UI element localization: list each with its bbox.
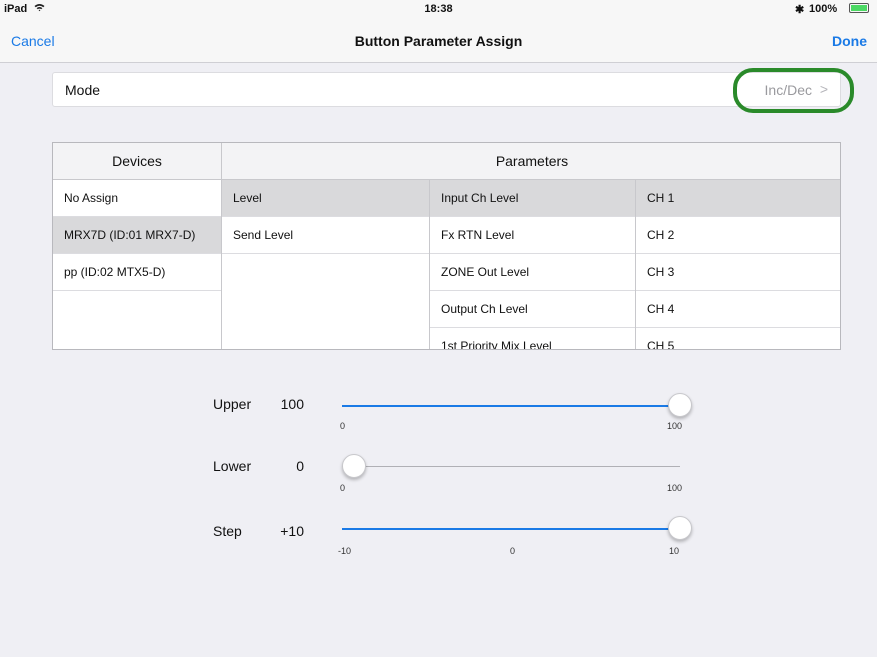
mode-label: Mode: [65, 82, 101, 98]
channel-item[interactable]: CH 5: [636, 328, 840, 349]
device-item[interactable]: No Assign: [53, 180, 221, 217]
lower-label: Lower: [213, 458, 252, 474]
slider-knob[interactable]: [668, 393, 692, 417]
column-divider: [429, 180, 430, 349]
upper-label: Upper: [213, 396, 252, 412]
mode-row[interactable]: Mode Inc/Dec >: [52, 72, 841, 107]
param-name-item[interactable]: Fx RTN Level: [430, 217, 635, 254]
channel-item[interactable]: CH 1: [636, 180, 840, 217]
step-min-label: -10: [338, 546, 352, 556]
step-max-label: 10: [669, 546, 680, 556]
step-label: Step: [213, 523, 242, 539]
page-title: Button Parameter Assign: [354, 33, 523, 49]
devices-header: Devices: [53, 143, 221, 180]
channel-item[interactable]: CH 2: [636, 217, 840, 254]
battery-percent: 100%: [809, 3, 838, 15]
step-value: +10: [280, 523, 304, 539]
channel-item[interactable]: CH 3: [636, 254, 840, 291]
slider-fill: [342, 405, 680, 407]
parameter-table: Devices Parameters No Assign MRX7D (ID:0…: [52, 142, 841, 350]
lower-value: 0: [296, 458, 304, 474]
param-name-item[interactable]: Output Ch Level: [430, 291, 635, 328]
status-time: 18:38: [424, 3, 453, 15]
param-type-column: Level Send Level: [222, 180, 429, 254]
device-item[interactable]: pp (ID:02 MTX5-D): [53, 254, 221, 291]
lower-slider[interactable]: [342, 454, 682, 480]
highlight-ring: [733, 68, 854, 113]
upper-max-label: 100: [667, 421, 683, 431]
slider-fill: [342, 528, 680, 530]
devices-column: No Assign MRX7D (ID:01 MRX7-D) pp (ID:02…: [53, 180, 221, 291]
upper-value: 100: [280, 396, 304, 412]
navigation-bar: iPad 18:38 ✱ 100% Cancel Button Paramete…: [0, 0, 877, 63]
param-name-column: Input Ch Level Fx RTN Level ZONE Out Lev…: [430, 180, 635, 349]
slider-track: [342, 466, 680, 467]
column-divider: [221, 143, 222, 349]
slider-knob[interactable]: [342, 454, 366, 478]
lower-min-label: 0: [340, 483, 346, 493]
device-item[interactable]: MRX7D (ID:01 MRX7-D): [53, 217, 221, 254]
battery-icon: [845, 3, 869, 15]
param-type-item[interactable]: Level: [222, 180, 429, 217]
channel-column: CH 1 CH 2 CH 3 CH 4 CH 5: [636, 180, 840, 349]
param-type-item[interactable]: Send Level: [222, 217, 429, 254]
bluetooth-icon: ✱: [795, 4, 805, 16]
upper-slider[interactable]: [342, 393, 692, 419]
param-name-item[interactable]: ZONE Out Level: [430, 254, 635, 291]
parameters-header: Parameters: [222, 143, 840, 180]
channel-item[interactable]: CH 4: [636, 291, 840, 328]
column-divider: [635, 180, 636, 349]
done-button[interactable]: Done: [832, 33, 867, 49]
step-slider[interactable]: [342, 516, 692, 542]
step-mid-label: 0: [510, 546, 516, 556]
param-name-item[interactable]: Input Ch Level: [430, 180, 635, 217]
lower-max-label: 100: [667, 483, 683, 493]
param-name-item[interactable]: 1st Priority Mix Level: [430, 328, 635, 349]
slider-knob[interactable]: [668, 516, 692, 540]
upper-min-label: 0: [340, 421, 346, 431]
